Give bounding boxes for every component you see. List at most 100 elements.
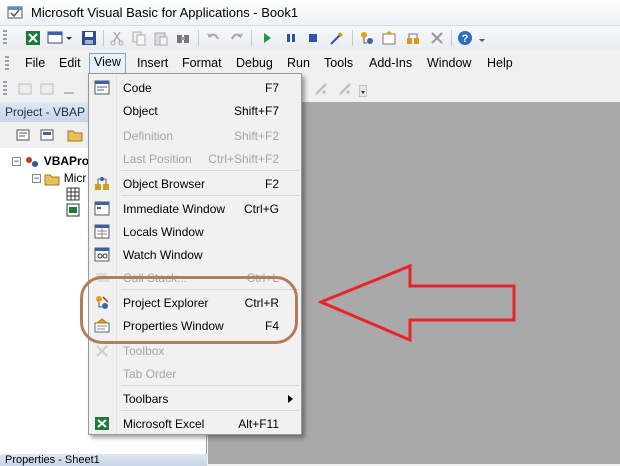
view-menu-item-call-stack[interactable]: Call Stack... Ctrl+L xyxy=(89,266,301,289)
workbook-icon xyxy=(66,203,80,217)
menu-item-shortcut: Shift+F7 xyxy=(233,104,279,118)
toggle-folders-icon[interactable] xyxy=(66,126,84,144)
menu-view[interactable]: View xyxy=(89,53,126,74)
tree-node-vbaproject[interactable]: − VBAPro xyxy=(12,154,89,169)
view-menu-item-object-browser[interactable]: Object Browser F2 xyxy=(89,172,301,195)
menu-separator xyxy=(121,385,299,386)
menu-item-label: Object Browser xyxy=(123,177,206,191)
list-properties-icon[interactable] xyxy=(16,80,34,98)
tree-node-thisworkbook[interactable] xyxy=(66,203,80,220)
view-menu-item-last-position[interactable]: Last Position Ctrl+Shift+F2 xyxy=(89,147,301,170)
view-menu-item-code[interactable]: Code F7 xyxy=(89,76,301,99)
menu-item-label: Definition xyxy=(123,129,174,143)
title-bar: Microsoft Visual Basic for Applications … xyxy=(0,0,620,26)
menu-separator xyxy=(121,195,299,196)
menu-item-label: Microsoft Excel xyxy=(123,417,205,431)
menu-item-label: Watch Window xyxy=(123,248,203,262)
menu-item-shortcut: Alt+F11 xyxy=(238,417,279,431)
toggle-bookmark-icon[interactable] xyxy=(312,80,330,98)
undo-icon[interactable] xyxy=(204,29,222,47)
menu-window[interactable]: Window xyxy=(427,54,471,73)
watch-window-icon xyxy=(94,247,110,262)
menubar-grip[interactable] xyxy=(5,56,9,70)
menu-edit[interactable]: Edit xyxy=(59,54,81,73)
save-icon[interactable] xyxy=(80,29,98,47)
list-constants-icon[interactable] xyxy=(38,80,56,98)
view-menu-item-tab-order[interactable]: Tab Order xyxy=(89,362,301,385)
menu-add-ins[interactable]: Add-Ins xyxy=(369,54,412,73)
menu-item-label: Tab Order xyxy=(123,367,177,381)
view-menu-item-toolbars[interactable]: Toolbars xyxy=(89,387,301,410)
menu-run[interactable]: Run xyxy=(287,54,310,73)
object-browser-icon xyxy=(95,177,109,190)
collapse-toggle-icon[interactable]: − xyxy=(32,174,41,184)
toolbar-grip[interactable] xyxy=(3,81,7,97)
toolbar-grip[interactable] xyxy=(3,30,7,46)
svg-text:?: ? xyxy=(462,33,469,45)
menu-item-shortcut: Ctrl+G xyxy=(243,202,279,216)
menu-file[interactable]: File xyxy=(25,54,45,73)
project-explorer-icon[interactable] xyxy=(358,29,376,47)
copy-icon[interactable] xyxy=(130,29,148,47)
menu-item-label: Object xyxy=(123,104,158,118)
menu-tools[interactable]: Tools xyxy=(324,54,353,73)
menu-item-label: Properties Window xyxy=(123,319,224,333)
cut-icon[interactable] xyxy=(108,29,126,47)
dropdown-arrow-icon[interactable] xyxy=(64,29,74,47)
view-menu-item-definition[interactable]: Definition Shift+F2 xyxy=(89,124,301,147)
properties-window-icon[interactable] xyxy=(380,29,398,47)
view-menu-item-watch-window[interactable]: Watch Window xyxy=(89,243,301,266)
view-menu-item-microsoft-excel[interactable]: Microsoft Excel Alt+F11 xyxy=(89,412,301,435)
help-icon[interactable]: ? xyxy=(456,29,474,47)
menu-item-label: Code xyxy=(123,81,152,95)
tree-node-sheet1[interactable] xyxy=(66,187,80,204)
collapse-toggle-icon[interactable]: − xyxy=(12,157,21,167)
reset-icon[interactable] xyxy=(304,29,322,47)
code-icon xyxy=(94,80,110,95)
quick-info-icon[interactable] xyxy=(60,80,78,98)
menu-format[interactable]: Format xyxy=(182,54,222,73)
view-menu-item-project-explorer[interactable]: Project Explorer Ctrl+R xyxy=(89,291,301,314)
view-object-icon[interactable] xyxy=(38,126,56,144)
menu-debug[interactable]: Debug xyxy=(236,54,273,73)
toolbar-options-icon[interactable] xyxy=(358,82,368,100)
menu-item-label: Toolbox xyxy=(123,344,165,358)
design-mode-icon[interactable] xyxy=(328,29,346,47)
folder-icon xyxy=(44,174,60,186)
tree-root-label: VBAPro xyxy=(43,154,90,168)
project-explorer-icon xyxy=(96,296,109,309)
worksheet-icon xyxy=(66,187,80,201)
redo-icon[interactable] xyxy=(228,29,246,47)
menu-help[interactable]: Help xyxy=(487,54,513,73)
next-bookmark-icon[interactable] xyxy=(336,80,354,98)
view-menu-item-toolbox[interactable]: Toolbox xyxy=(89,339,301,362)
properties-window-icon xyxy=(94,318,110,333)
menu-item-shortcut: F7 xyxy=(264,81,279,95)
insert-userform-icon[interactable] xyxy=(46,29,64,47)
toolbox-icon[interactable] xyxy=(428,29,446,47)
view-menu-item-locals-window[interactable]: Locals Window xyxy=(89,220,301,243)
find-icon[interactable] xyxy=(174,29,192,47)
object-browser-icon[interactable] xyxy=(404,29,422,47)
paste-icon[interactable] xyxy=(152,29,170,47)
view-menu-item-immediate-window[interactable]: Immediate Window Ctrl+G xyxy=(89,197,301,220)
view-menu-item-properties-window[interactable]: Properties Window F4 xyxy=(89,314,301,337)
toolbar-separator xyxy=(251,30,252,46)
menu-item-shortcut: Ctrl+L xyxy=(246,271,279,285)
tree-node-excel-objects[interactable]: − Micr xyxy=(32,171,86,186)
break-icon[interactable] xyxy=(282,29,300,47)
toolbar-options-icon[interactable] xyxy=(478,29,486,47)
view-code-icon[interactable] xyxy=(14,126,32,144)
toolbox-icon xyxy=(96,345,108,357)
call-stack-icon xyxy=(96,273,109,282)
view-menu-item-object[interactable]: Object Shift+F7 xyxy=(89,99,301,122)
vba-project-icon xyxy=(26,156,39,167)
run-icon[interactable] xyxy=(258,29,276,47)
view-excel-icon[interactable] xyxy=(24,29,42,47)
menu-item-label: Toolbars xyxy=(123,392,169,406)
toolbar-separator xyxy=(451,30,452,46)
menu-insert[interactable]: Insert xyxy=(137,54,168,73)
immediate-window-icon xyxy=(94,201,110,216)
menu-separator xyxy=(121,289,299,290)
submenu-arrow-icon xyxy=(288,395,293,403)
